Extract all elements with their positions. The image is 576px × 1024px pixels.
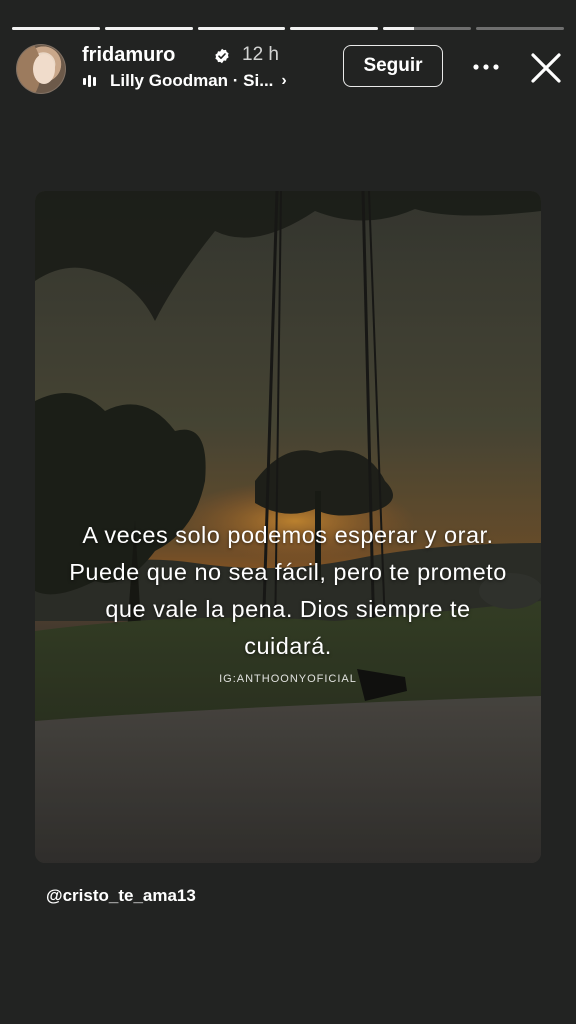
audio-bars-icon (83, 75, 96, 87)
close-icon[interactable] (528, 50, 564, 86)
story-progress-bar (12, 27, 564, 30)
progress-fill (12, 27, 100, 30)
progress-segment (290, 27, 379, 30)
mention-tag[interactable]: @cristo_te_ama13 (46, 886, 196, 906)
username[interactable]: fridamuro (82, 44, 175, 67)
more-dots-icon[interactable] (468, 52, 504, 82)
story-quote-text: A veces solo podemos esperar y orar. Pue… (69, 522, 507, 659)
chevron-right-icon: › (281, 72, 287, 89)
progress-segment (104, 27, 193, 30)
music-link[interactable]: Lilly Goodman · Si... › (82, 70, 287, 92)
progress-fill (197, 27, 286, 30)
avatar[interactable] (16, 44, 66, 94)
progress-segment (476, 27, 564, 30)
follow-button[interactable]: Seguir (343, 45, 443, 87)
progress-fill (290, 27, 379, 30)
story-header: fridamuro 12 h Lilly Goodman · Si... › S… (16, 44, 564, 94)
post-time: 12 h (242, 44, 279, 65)
progress-fill (104, 27, 193, 30)
verified-badge-icon (215, 48, 229, 64)
progress-segment (197, 27, 286, 30)
story-image: A veces solo podemos esperar y orar. Pue… (35, 191, 541, 863)
progress-fill (383, 27, 415, 30)
progress-segment (12, 27, 100, 30)
story-viewer[interactable]: fridamuro 12 h Lilly Goodman · Si... › S… (0, 0, 576, 1024)
watermark-text: IG:ANTHOONYOFICIAL (219, 673, 357, 685)
progress-segment (383, 27, 472, 30)
music-title: Lilly Goodman · Si... (110, 71, 274, 90)
